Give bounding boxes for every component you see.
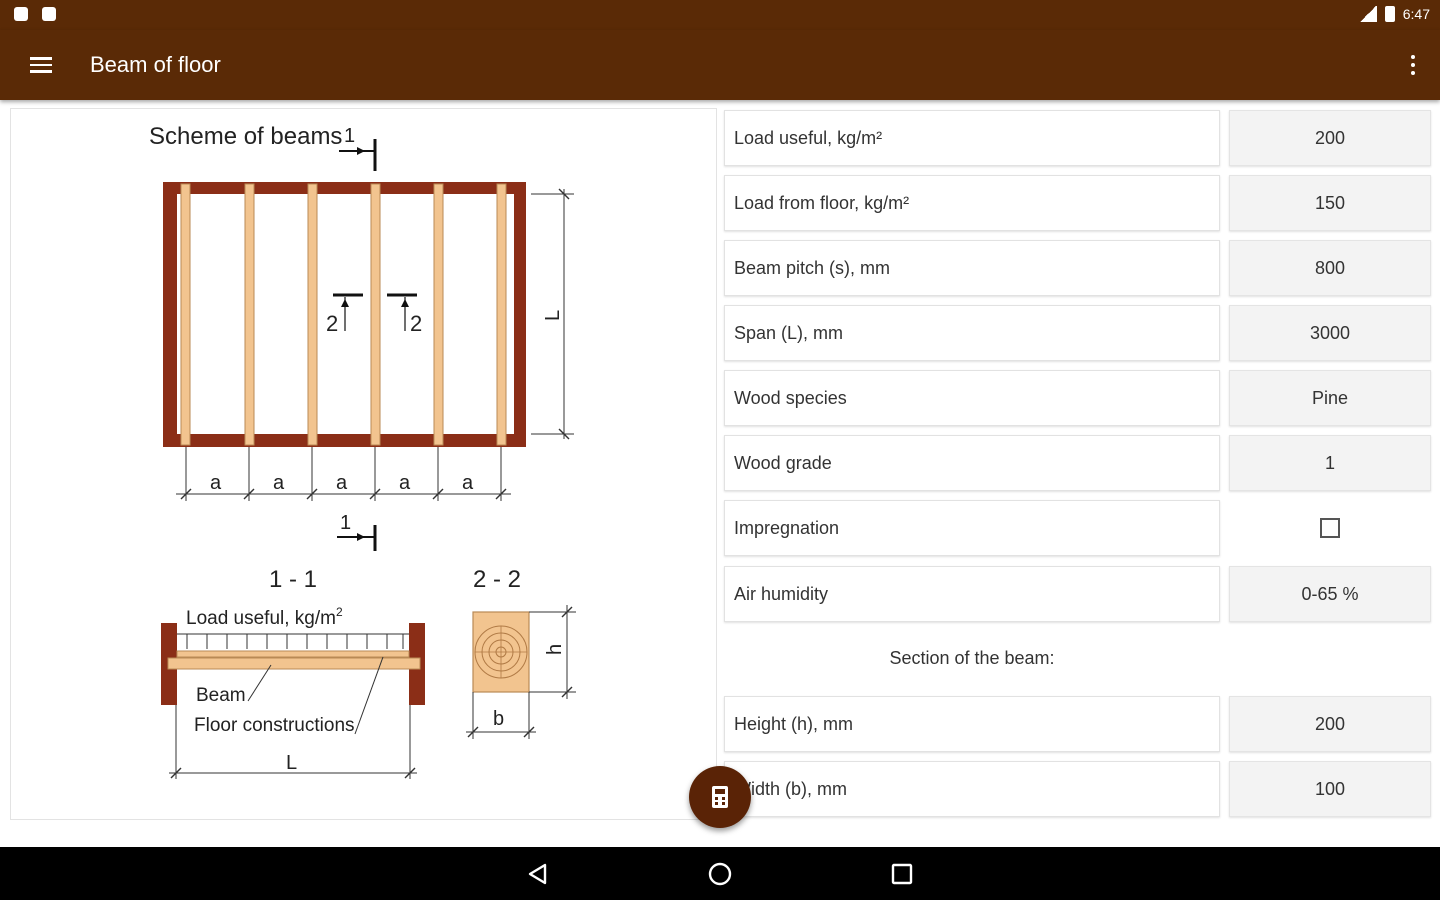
signal-icon xyxy=(1358,6,1377,22)
beam-label: Beam xyxy=(196,685,246,706)
section-2-mark-left: 2 xyxy=(326,311,338,336)
span-label-section: L xyxy=(286,752,297,774)
status-icons: 6:47 xyxy=(1358,6,1430,22)
notification-icon xyxy=(14,7,28,21)
beam-cross-section xyxy=(472,611,530,693)
span-dimension-label: L xyxy=(542,310,564,321)
width-input-label: Width (b), mm xyxy=(724,761,1220,817)
load-label: Load useful, kg/m2 xyxy=(186,605,343,629)
calculator-icon xyxy=(712,786,728,808)
section-2-2-title: 2 - 2 xyxy=(473,566,521,593)
load-useful-field[interactable]: 200 xyxy=(1229,110,1431,166)
section-1-mark-bottom: 1 xyxy=(340,512,351,534)
system-nav-bar xyxy=(0,847,1440,900)
scheme-title: Scheme of beams xyxy=(149,123,342,150)
wood-species-select[interactable]: Pine xyxy=(1229,370,1431,426)
impregnation-label: Impregnation xyxy=(724,500,1220,556)
wood-grade-label: Wood grade xyxy=(724,435,1220,491)
app-title: Beam of floor xyxy=(90,52,221,77)
span-label: Span (L), mm xyxy=(724,305,1220,361)
calculate-button[interactable] xyxy=(689,766,751,828)
width-field[interactable]: 100 xyxy=(1229,761,1431,817)
load-from-floor-field[interactable]: 150 xyxy=(1229,175,1431,231)
load-from-floor-label: Load from floor, kg/m² xyxy=(724,175,1220,231)
beam-pitch-field[interactable]: 800 xyxy=(1229,240,1431,296)
load-arrows xyxy=(186,634,404,649)
load-useful-label: Load useful, kg/m² xyxy=(724,110,1220,166)
scheme-card: Scheme of beams 1 2 2 L a a a a a 1 1 - … xyxy=(10,108,717,820)
back-triangle-icon[interactable] xyxy=(520,857,556,891)
pitch-label: a xyxy=(210,472,222,494)
air-humidity-label: Air humidity xyxy=(724,566,1220,622)
wood-species-label: Wood species xyxy=(724,370,1220,426)
width-label: b xyxy=(493,708,504,730)
section-1-mark-top: 1 xyxy=(344,125,355,147)
impregnation-checkbox[interactable] xyxy=(1320,518,1340,538)
app-bar: Beam of floor xyxy=(0,30,1440,100)
pitch-label: a xyxy=(336,472,348,494)
height-input-label: Height (h), mm xyxy=(724,696,1220,752)
beam-scheme-diagram: Scheme of beams 1 2 2 L a a a a a 1 1 - … xyxy=(149,123,576,779)
home-circle-icon[interactable] xyxy=(702,857,738,891)
battery-icon xyxy=(1384,6,1395,22)
pitch-label: a xyxy=(462,472,474,494)
beam-pitch-label: Beam pitch (s), mm xyxy=(724,240,1220,296)
pitch-label: a xyxy=(273,472,285,494)
section-1-1-title: 1 - 1 xyxy=(269,566,317,593)
span-field[interactable]: 3000 xyxy=(1229,305,1431,361)
status-time: 6:47 xyxy=(1402,6,1430,22)
notification-icons xyxy=(14,7,56,21)
section-2-mark-right: 2 xyxy=(410,311,422,336)
more-vert-icon[interactable] xyxy=(1406,50,1420,80)
air-humidity-select[interactable]: 0-65 % xyxy=(1229,566,1431,622)
height-field[interactable]: 200 xyxy=(1229,696,1431,752)
pitch-label: a xyxy=(399,472,411,494)
wood-grade-select[interactable]: 1 xyxy=(1229,435,1431,491)
menu-icon[interactable] xyxy=(22,48,60,82)
status-bar: 6:47 xyxy=(0,0,1440,30)
height-label: h xyxy=(544,644,566,655)
floor-constructions-label: Floor constructions xyxy=(194,715,355,736)
section-title: Section of the beam: xyxy=(889,648,1055,668)
notification-icon xyxy=(42,7,56,21)
recents-square-icon[interactable] xyxy=(884,857,920,891)
